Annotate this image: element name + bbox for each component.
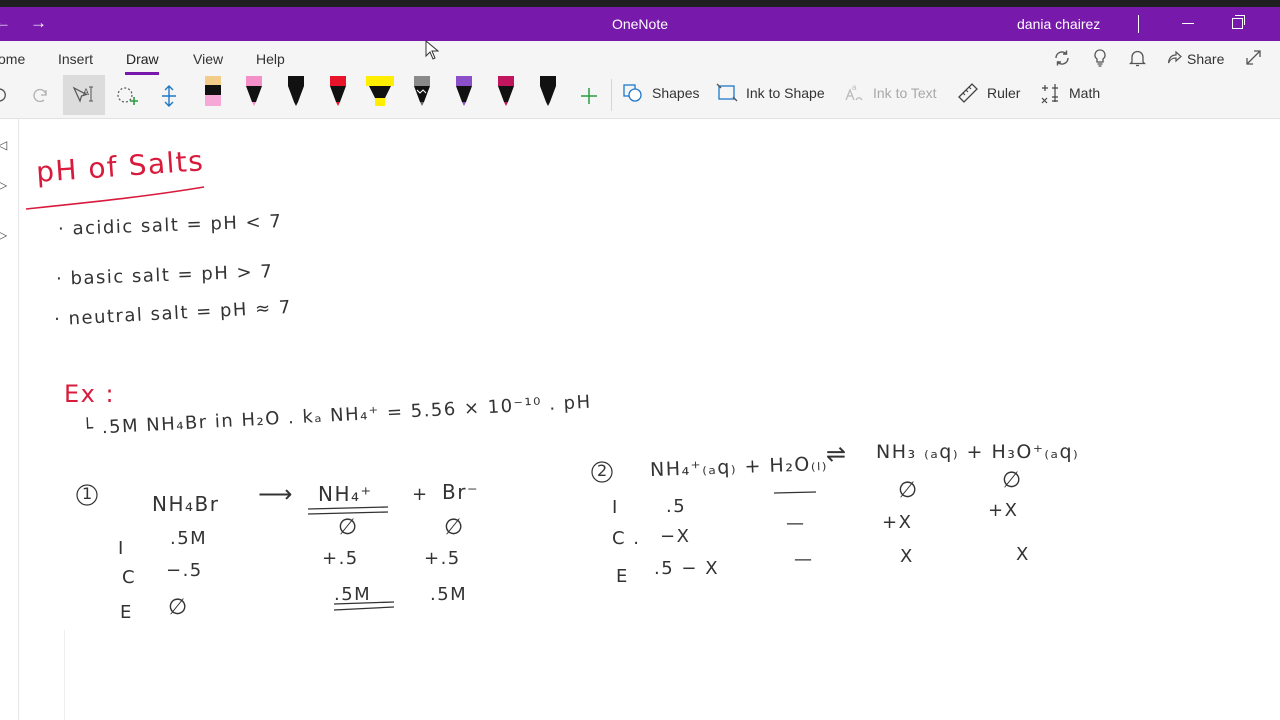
lightbulb-icon[interactable] (1092, 49, 1108, 72)
note-line-acidic: · acidic salt = pH < 7 (57, 211, 283, 240)
active-tab-indicator (125, 72, 159, 75)
ice2-nh3-change: +X (882, 512, 913, 533)
ice1-row-e: E (120, 602, 133, 623)
ribbon-divider (611, 79, 612, 111)
step-1-plus: + (412, 484, 429, 505)
navigation-edge-mark: ◁ (0, 138, 8, 152)
highlighter-yellow[interactable] (365, 74, 395, 113)
user-name[interactable]: dania chairez (1017, 16, 1100, 32)
pen-galaxy[interactable] (412, 74, 432, 113)
step-1-arrow: ⟶ (258, 480, 294, 508)
tab-help[interactable]: Help (256, 51, 285, 67)
step-1-reactant: NH₄Br (152, 492, 220, 516)
tab-view[interactable]: View (193, 51, 223, 67)
problem-statement: └ .5M NH₄Br in H₂O . kₐ NH₄⁺ = 5.56 × 10… (81, 391, 593, 440)
ice1-br-equilibrium: .5M (430, 584, 468, 605)
ice2-h2o-change: — (786, 513, 806, 534)
ice2-nh4-equilibrium: .5 − X (654, 558, 720, 579)
ink-to-text-button: a Ink to Text (845, 83, 937, 101)
ribbon: ome Insert Draw View Help Share A Shapes… (0, 41, 1280, 119)
title-underline (25, 186, 205, 210)
add-pen-icon[interactable] (580, 87, 598, 110)
title-bar: ← → OneNote dania chairez (0, 7, 1280, 41)
note-line-neutral: · neutral salt = pH ≈ 7 (53, 296, 293, 331)
ice1-nh4-change: +.5 (322, 548, 359, 569)
example-label: Ex : (64, 380, 116, 408)
ice2-nh3-initial: ∅ (898, 478, 919, 503)
page-guide-line (64, 630, 65, 720)
restore-button[interactable] (1232, 15, 1245, 29)
redo-icon[interactable] (31, 86, 49, 107)
ice1-nh4-double-underline (333, 601, 395, 611)
shapes-button[interactable]: Shapes (623, 84, 700, 102)
sync-icon[interactable] (1053, 49, 1071, 72)
pen-pink[interactable] (244, 74, 264, 113)
shapes-label: Shapes (652, 85, 700, 101)
page-left-margin (18, 118, 19, 720)
ink-to-text-label: Ink to Text (873, 85, 937, 101)
pen-purple[interactable] (454, 74, 474, 113)
ice2-row-e: E (616, 566, 629, 587)
ink-to-shape-button[interactable]: Ink to Shape (716, 83, 825, 102)
mouse-cursor-icon (425, 40, 439, 60)
navigation-edge-mark: ▷ (0, 228, 8, 242)
share-button[interactable]: Share (1187, 51, 1224, 67)
window-top-edge (0, 0, 1280, 7)
ice2-h3o-initial: ∅ (1002, 468, 1023, 493)
ice1-reactant-change: −.5 (166, 560, 203, 581)
ice2-nh3-equilibrium: X (900, 546, 914, 567)
step-2-equation-left: NH₄⁺₍ₐq₎ + H₂O₍ₗ₎ (649, 452, 829, 482)
step-1-number: 1 (82, 484, 94, 503)
pen-black-2[interactable] (538, 74, 558, 113)
add-space-icon[interactable] (160, 84, 178, 113)
step-1-product-br: Br⁻ (442, 480, 479, 504)
minimize-button[interactable] (1182, 23, 1194, 24)
svg-text:a: a (852, 83, 857, 92)
note-line-basic: · basic salt = pH > 7 (55, 261, 274, 290)
title-separator (1138, 15, 1139, 33)
ice1-row-c: C (122, 567, 137, 588)
step-1-product-nh4: NH₄⁺ (318, 482, 373, 506)
tab-insert[interactable]: Insert (58, 51, 93, 67)
ice2-row-c: C . (612, 528, 641, 549)
ink-to-shape-label: Ink to Shape (746, 85, 825, 101)
svg-text:A: A (83, 87, 89, 97)
ice2-h3o-equilibrium: X (1016, 544, 1030, 565)
step-2-h2o-underline (773, 491, 817, 494)
ice1-br-change: +.5 (424, 548, 461, 569)
ruler-button[interactable]: Ruler (958, 83, 1021, 103)
step-2-equation-right: NH₃ ₍ₐq₎ + H₃O⁺₍ₐq₎ (876, 441, 1080, 463)
pen-black[interactable] (286, 74, 306, 113)
ice2-h2o-equilibrium: — (794, 549, 814, 570)
lasso-select-icon[interactable] (115, 85, 139, 112)
step-2-equilibrium-arrow: ⇌ (826, 440, 848, 468)
undo-icon[interactable] (0, 87, 8, 108)
ice2-nh4-initial: .5 (666, 496, 687, 517)
ice1-reactant-initial: .5M (170, 528, 208, 549)
pen-red[interactable] (328, 74, 348, 113)
ice2-h3o-change: +X (988, 500, 1019, 521)
type-select-icon[interactable]: A (72, 85, 96, 110)
ice1-row-i: I (118, 538, 125, 559)
math-label: Math (1069, 85, 1101, 101)
navigation-edge-mark: ▷ (0, 178, 8, 192)
ice1-nh4-initial: ∅ (338, 515, 359, 540)
highlighter-pink-pen[interactable] (203, 74, 223, 113)
math-button[interactable]: Math (1041, 84, 1101, 104)
tab-home[interactable]: ome (0, 51, 25, 67)
step-2-number: 2 (597, 461, 609, 480)
expand-icon[interactable] (1245, 49, 1262, 71)
ice2-row-i: I (612, 497, 619, 518)
pen-magenta[interactable] (496, 74, 516, 113)
ice1-br-initial: ∅ (444, 515, 465, 540)
ice1-reactant-equilibrium: ∅ (168, 595, 189, 620)
ruler-label: Ruler (987, 85, 1021, 101)
bell-icon[interactable] (1128, 49, 1147, 72)
tab-draw[interactable]: Draw (126, 51, 159, 67)
share-icon[interactable] (1167, 50, 1183, 71)
ice2-nh4-change: −X (660, 526, 691, 547)
